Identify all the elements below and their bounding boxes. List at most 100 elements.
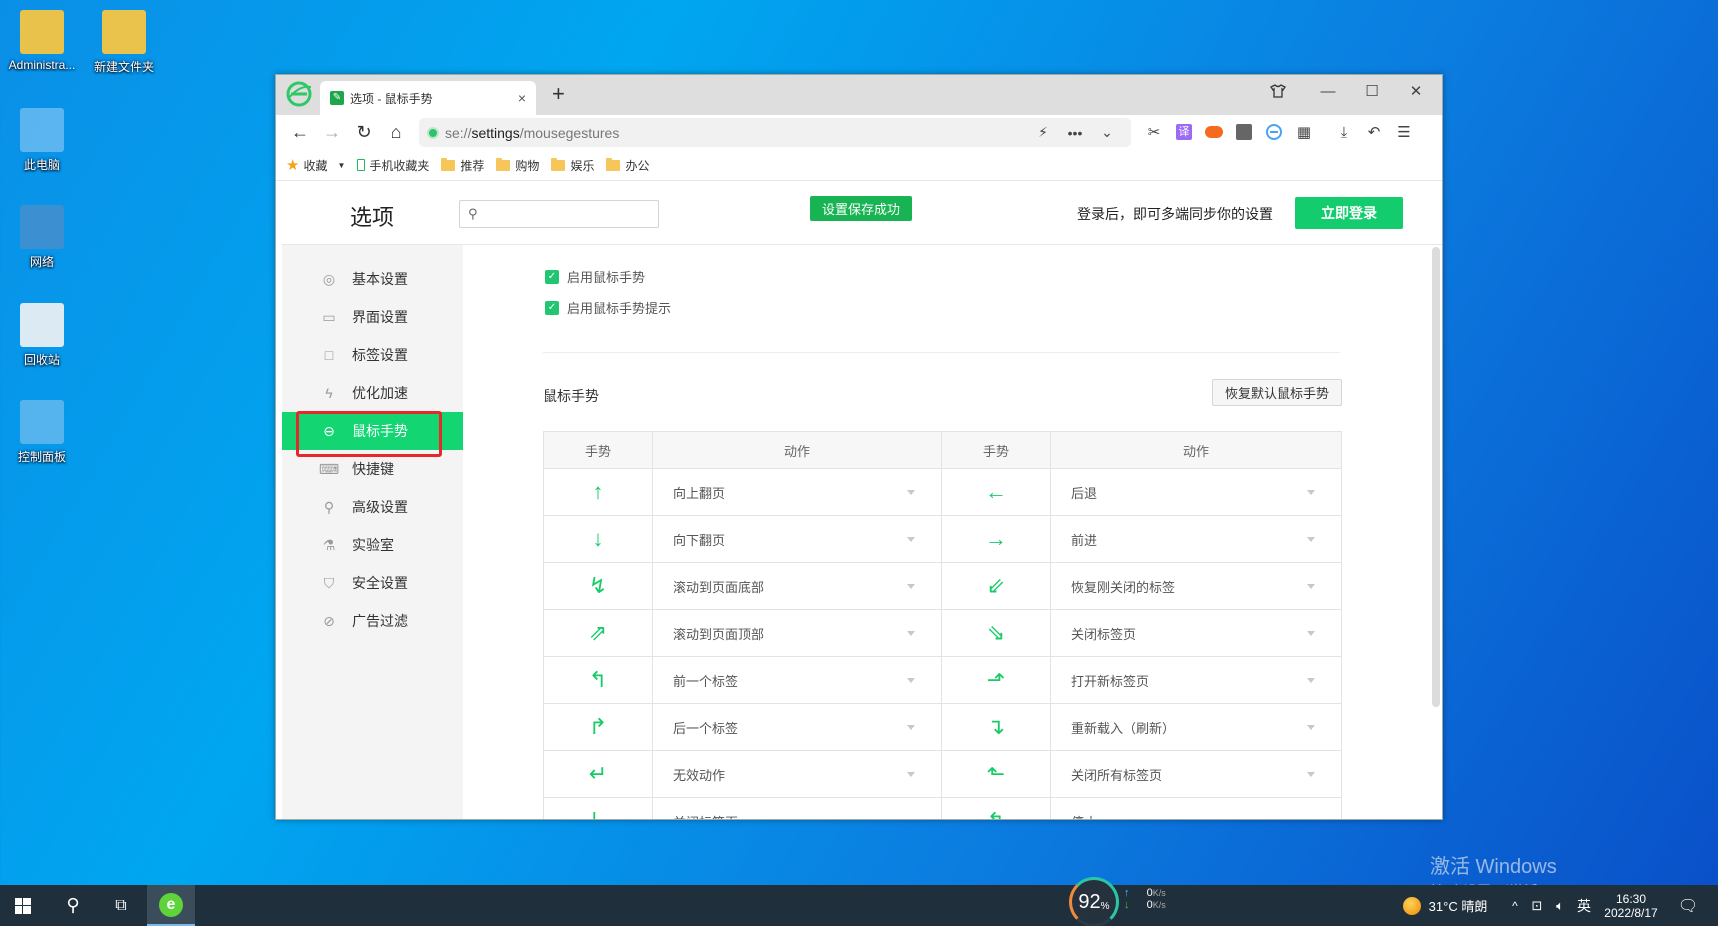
block-icon[interactable]	[1262, 120, 1286, 144]
task-view-button[interactable]: ⧉	[98, 885, 144, 926]
new-tab-button[interactable]: +	[552, 81, 565, 107]
taskbar-browser-app[interactable]: e	[147, 885, 195, 926]
reload-button[interactable]: ↻	[348, 119, 380, 147]
enable-gestures-checkbox[interactable]: ✓ 启用鼠标手势	[545, 267, 645, 286]
bookmark-item[interactable]: 手机收藏夹	[357, 157, 429, 174]
bookmark-label: 办公	[625, 158, 650, 173]
close-window-button[interactable]: ✕	[1394, 75, 1438, 107]
table-row: ↓ 向下翻页 → 前进	[543, 515, 1342, 563]
sidebar-item[interactable]: ⛉ 安全设置	[282, 564, 463, 602]
down-left-gesture-icon: ↰	[543, 656, 653, 704]
tab-close-icon[interactable]: ×	[518, 90, 526, 106]
action-select[interactable]: 无效动作	[652, 750, 942, 798]
down-arrow-icon: ↓	[543, 515, 653, 563]
weather-text: 31°C 晴朗	[1428, 899, 1488, 914]
search-field[interactable]: ⚲	[459, 200, 660, 228]
login-button[interactable]: 立即登录	[1295, 197, 1403, 229]
scissors-icon[interactable]: ✂	[1142, 120, 1166, 144]
sidebar-item[interactable]: □ 标签设置	[282, 336, 463, 374]
show-hidden-icons-button[interactable]: ^	[1505, 885, 1525, 926]
bookmark-item[interactable]: 推荐	[441, 157, 484, 174]
memory-gauge[interactable]: 92%	[1064, 877, 1124, 926]
weather-widget[interactable]: 31°C 晴朗	[1390, 885, 1500, 926]
sidebar-item[interactable]: ⚲ 高级设置	[282, 488, 463, 526]
clock[interactable]: 16:30 2022/8/17	[1596, 885, 1666, 926]
login-hint: 登录后，即可多端同步你的设置	[1077, 206, 1273, 222]
bookmark-item[interactable]: 办公	[606, 157, 649, 174]
action-select[interactable]: 后一个标签	[652, 703, 942, 751]
block-icon: ⊘	[323, 612, 335, 629]
table-row: ↑ 向上翻页 ← 后退	[543, 468, 1342, 516]
start-button[interactable]	[0, 885, 46, 926]
action-select[interactable]: 关闭标签页	[1050, 609, 1342, 657]
home-button[interactable]: ⌂	[380, 119, 412, 147]
sidebar-item[interactable]: ⚗ 实验室	[282, 526, 463, 564]
tab-settings[interactable]: ✎ 选项 - 鼠标手势 ×	[320, 81, 536, 115]
up-left-gesture-icon: ↰	[941, 797, 1051, 819]
desktop-icon[interactable]: 新建文件夹	[82, 10, 166, 75]
sidebar-item[interactable]: ⊘ 广告过滤	[282, 602, 463, 640]
action-select[interactable]: 滚动到页面底部	[652, 562, 942, 610]
action-select[interactable]: 恢复刚关闭的标签	[1050, 562, 1342, 610]
dropdown-arrow-icon[interactable]: ▼	[337, 161, 345, 170]
skin-shirt-icon[interactable]	[1256, 75, 1300, 107]
action-select[interactable]: 向上翻页	[652, 468, 942, 516]
folder-icon	[441, 157, 456, 171]
address-bar[interactable]: se://settings/mousegestures ⚡ ••• ⌄	[419, 118, 1131, 147]
sidebar-item[interactable]: ⊖ 鼠标手势	[282, 411, 463, 457]
chevron-down-icon[interactable]: ⌄	[1091, 124, 1123, 141]
desktop-icon[interactable]: 回收站	[0, 303, 84, 368]
desktop-icon[interactable]: 控制面板	[0, 400, 84, 465]
back-button[interactable]: ←	[284, 119, 316, 147]
action-select[interactable]: 重新载入（刷新）	[1050, 703, 1342, 751]
action-select[interactable]: 关闭所有标签页	[1050, 750, 1342, 798]
folder-icon	[606, 157, 621, 171]
undo-icon[interactable]: ↶	[1362, 120, 1386, 144]
sidebar-item[interactable]: ◎ 基本设置	[282, 260, 463, 298]
search-input[interactable]	[483, 206, 660, 222]
ime-indicator[interactable]: 英	[1573, 885, 1595, 926]
desktop-icon[interactable]: 网络	[0, 205, 84, 270]
vertical-scrollbar[interactable]	[1432, 247, 1440, 707]
bookmark-item[interactable]: ★ 收藏 ▼	[286, 156, 345, 174]
sidebar-item[interactable]: ϟ 优化加速	[282, 374, 463, 412]
translate-icon[interactable]: 译	[1172, 120, 1196, 144]
upload-arrow-icon: ↑	[1124, 887, 1130, 899]
more-icon[interactable]: •••	[1059, 125, 1091, 141]
restore-defaults-button[interactable]: 恢复默认鼠标手势	[1212, 379, 1342, 406]
left-arrow-icon: ←	[941, 468, 1051, 516]
maximize-button[interactable]: ☐	[1350, 75, 1394, 107]
desktop-icon[interactable]: Administra...	[0, 10, 84, 72]
bookmark-item[interactable]: 购物	[496, 157, 539, 174]
sidebar-item[interactable]: ▭ 界面设置	[282, 298, 463, 336]
lightning-icon[interactable]: ⚡	[1027, 124, 1059, 141]
action-select[interactable]: 停止	[1050, 797, 1342, 819]
table-row: ↰ 前一个标签 ⬏ 打开新标签页	[543, 656, 1342, 704]
network-icon[interactable]: ⊡	[1526, 885, 1548, 926]
wrench-icon: ⚲	[323, 498, 335, 515]
reader-icon[interactable]	[1232, 120, 1256, 144]
url-text[interactable]: se://settings/mousegestures	[445, 125, 1027, 141]
apps-grid-icon[interactable]: ▦	[1292, 120, 1316, 144]
sidebar-item[interactable]: ⌨ 快捷键	[282, 450, 463, 488]
action-select[interactable]: 关闭标签页	[652, 797, 942, 819]
menu-icon[interactable]: ☰	[1392, 120, 1416, 144]
minimize-button[interactable]: —	[1306, 75, 1350, 107]
forward-button[interactable]: →	[316, 119, 348, 147]
notification-center-icon[interactable]: 🗨︎	[1668, 885, 1708, 926]
desktop-icon[interactable]: 此电脑	[0, 108, 84, 173]
browser-logo-icon[interactable]	[286, 81, 312, 107]
action-select[interactable]: 前一个标签	[652, 656, 942, 704]
action-select[interactable]: 前进	[1050, 515, 1342, 563]
action-select[interactable]: 滚动到页面顶部	[652, 609, 942, 657]
search-button[interactable]: ⚲	[50, 885, 96, 926]
action-select[interactable]: 向下翻页	[652, 515, 942, 563]
download-icon[interactable]: ⤓	[1332, 120, 1356, 144]
action-select[interactable]: 后退	[1050, 468, 1342, 516]
game-icon[interactable]	[1202, 120, 1226, 144]
enable-hints-checkbox[interactable]: ✓ 启用鼠标手势提示	[545, 298, 671, 317]
bookmark-item[interactable]: 娱乐	[551, 157, 594, 174]
action-select[interactable]: 打开新标签页	[1050, 656, 1342, 704]
tab-icon: □	[324, 347, 334, 363]
volume-icon[interactable]: 🔈︎	[1549, 885, 1571, 926]
